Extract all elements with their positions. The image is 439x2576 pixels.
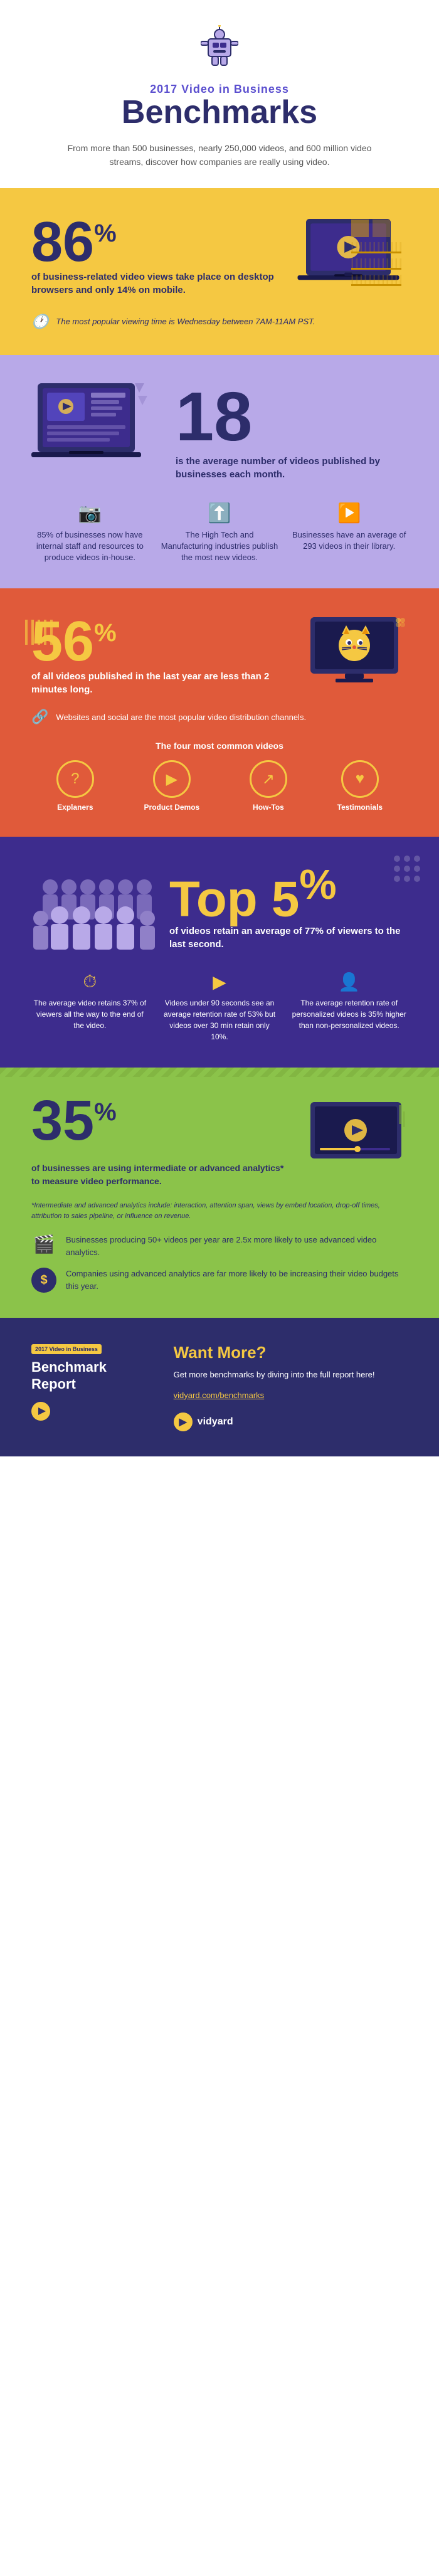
laptop-illustration bbox=[295, 213, 408, 298]
footer-left: 2017 Video in Business BenchmarkReport bbox=[31, 1343, 149, 1424]
how-tos-icon: ↗ bbox=[250, 760, 287, 798]
arrow-up-icon: ⬆️ bbox=[161, 502, 278, 524]
section-top5: Top 5% of videos retain an average of 77… bbox=[0, 837, 439, 1068]
stat-18-desc: is the average number of videos publishe… bbox=[176, 455, 408, 481]
video-illustration bbox=[307, 1093, 408, 1174]
four-videos-grid: ? Explaners ▶ Product Demos ↗ How-Tos ♥ … bbox=[31, 760, 408, 812]
vidyard-logo: ▶ vidyard bbox=[174, 1413, 408, 1431]
video-type-how-tos: ↗ How-Tos bbox=[250, 760, 287, 812]
green-bottom-1: 🎬 Businesses producing 50+ videos per ye… bbox=[31, 1234, 408, 1258]
stat-56-desc: of all videos published in the last year… bbox=[31, 670, 295, 696]
testimonials-label: Testimonials bbox=[337, 803, 383, 812]
green-bottom-2: $ Companies using advanced analytics are… bbox=[31, 1268, 408, 1293]
play-circle-icon: ▶ bbox=[161, 972, 278, 992]
yellow-footer: 🕐 The most popular viewing time is Wedne… bbox=[31, 314, 408, 330]
explaners-icon: ? bbox=[56, 760, 94, 798]
deco-wave-top bbox=[0, 1068, 439, 1077]
deco-lines bbox=[25, 620, 53, 645]
dp-stat-2: ▶ Videos under 90 seconds see an average… bbox=[161, 972, 278, 1042]
orange-footer: 🔗 Websites and social are the most popul… bbox=[31, 709, 408, 725]
section-18: 18 is the average number of videos publi… bbox=[0, 355, 439, 589]
header-section: 2017 Video in Business Benchmarks From m… bbox=[0, 0, 439, 188]
green-bottom-text-1: Businesses producing 50+ videos per year… bbox=[66, 1234, 408, 1258]
stat-18: 18 bbox=[176, 383, 408, 452]
section-86: 86% of business-related video views take… bbox=[0, 188, 439, 355]
purple-stat-1: 📷 85% of businesses now have internal st… bbox=[31, 502, 149, 564]
green-bottom: 🎬 Businesses producing 50+ videos per ye… bbox=[31, 1234, 408, 1293]
laptop-left-illustration bbox=[31, 380, 157, 484]
stat-top5-desc: of videos retain an average of 77% of vi… bbox=[169, 925, 408, 951]
purple-stats: 📷 85% of businesses now have internal st… bbox=[31, 502, 408, 564]
clock-icon: 🕐 bbox=[31, 314, 48, 330]
vidyard-logo-left bbox=[31, 1402, 149, 1424]
monitor-illustration bbox=[307, 614, 408, 696]
footer-report-title: BenchmarkReport bbox=[31, 1359, 149, 1392]
person-icon: 👤 bbox=[290, 972, 408, 992]
film-icon: 🎬 bbox=[31, 1234, 56, 1254]
testimonials-icon: ♥ bbox=[341, 760, 379, 798]
product-demos-label: Product Demos bbox=[144, 803, 200, 812]
footer-description: Get more benchmarks by diving into the f… bbox=[174, 1369, 408, 1381]
camera-icon: 📷 bbox=[31, 502, 149, 524]
footer-note: The most popular viewing time is Wednesd… bbox=[56, 317, 315, 326]
purple-stat-3: ▶️ Businesses have an average of 293 vid… bbox=[290, 502, 408, 564]
video-type-testimonials: ♥ Testimonials bbox=[337, 760, 383, 812]
footer-badge: 2017 Video in Business bbox=[31, 1344, 102, 1354]
video-type-explaners: ? Explaners bbox=[56, 760, 94, 812]
orange-footer-note: Websites and social are the most popular… bbox=[56, 713, 306, 722]
footer-link[interactable]: vidyard.com/benchmarks bbox=[174, 1391, 408, 1400]
four-videos-title: The four most common videos bbox=[31, 741, 408, 751]
timer-icon: ⏱ bbox=[31, 972, 149, 992]
green-bottom-text-2: Companies using advanced analytics are f… bbox=[66, 1268, 408, 1292]
header-description: From more than 500 businesses, nearly 25… bbox=[63, 141, 376, 169]
video-type-product-demos: ▶ Product Demos bbox=[144, 760, 200, 812]
stat-56: 56% bbox=[31, 613, 295, 670]
purple-stat-2: ⬆️ The High Tech and Manufacturing indus… bbox=[161, 502, 278, 564]
how-tos-label: How-Tos bbox=[253, 803, 284, 812]
vidyard-icon: ▶ bbox=[174, 1413, 193, 1431]
green-footnote: *Intermediate and advanced analytics inc… bbox=[31, 1201, 408, 1221]
dp-stat-3: 👤 The average retention rate of personal… bbox=[290, 972, 408, 1042]
dollar-icon: $ bbox=[31, 1268, 56, 1293]
stat-35: 35% bbox=[31, 1093, 288, 1149]
share-icon: 🔗 bbox=[31, 709, 48, 725]
vidyard-name: vidyard bbox=[198, 1416, 233, 1428]
explaners-label: Explaners bbox=[57, 803, 93, 812]
want-more-heading: Want More? bbox=[174, 1343, 408, 1362]
section-56: 56% of all videos published in the last … bbox=[0, 588, 439, 837]
section-35: 35% of businesses are using intermediate… bbox=[0, 1068, 439, 1318]
header-title: Benchmarks bbox=[38, 96, 401, 129]
play-icon: ▶️ bbox=[290, 502, 408, 524]
four-videos: The four most common videos ? Explaners … bbox=[31, 741, 408, 812]
audience-illustration bbox=[31, 862, 157, 953]
footer-right: Want More? Get more benchmarks by diving… bbox=[174, 1343, 408, 1431]
stat-86: 86% bbox=[31, 214, 276, 270]
stat-top5: Top 5% bbox=[169, 864, 408, 925]
footer-section: 2017 Video in Business BenchmarkReport W… bbox=[0, 1318, 439, 1456]
dark-purple-stats: ⏱ The average video retains 37% of viewe… bbox=[31, 972, 408, 1042]
dp-stat-1: ⏱ The average video retains 37% of viewe… bbox=[31, 972, 149, 1042]
stat-35-desc: of businesses are using intermediate or … bbox=[31, 1162, 288, 1188]
stat-86-desc: of business-related video views take pla… bbox=[31, 270, 276, 297]
product-demos-icon: ▶ bbox=[153, 760, 191, 798]
deco-dots bbox=[394, 856, 420, 882]
robot-icon bbox=[38, 25, 401, 77]
